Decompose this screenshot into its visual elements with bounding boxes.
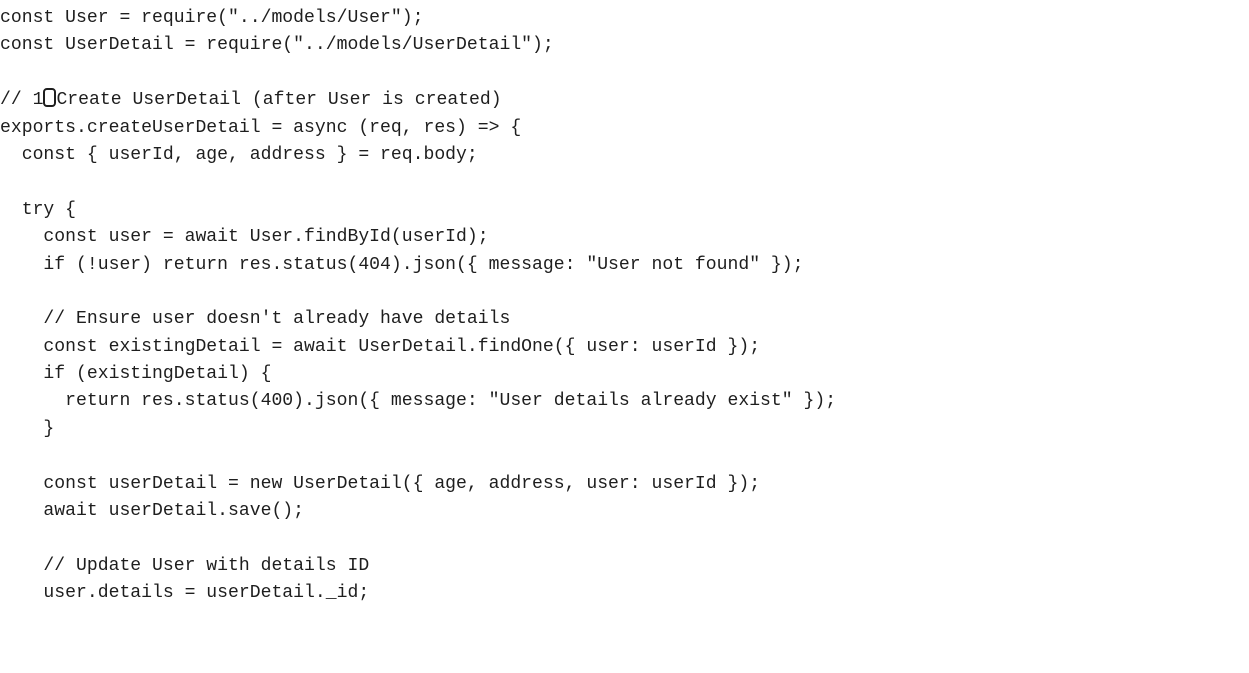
code-line-10: if (!user) return res.status(404).json({… — [0, 254, 804, 275]
code-line-21: // Update User with details ID — [0, 555, 370, 576]
missing-glyph-icon — [43, 88, 57, 108]
code-line-1: const User = require("../models/User"); — [0, 8, 424, 28]
code-line-2: const UserDetail = require("../models/Us… — [0, 35, 554, 56]
code-line-9: const user = await User.findById(userId)… — [0, 227, 489, 248]
code-line-13: const existingDetail = await UserDetail.… — [0, 336, 761, 357]
code-view: const User = require("../models/User"); … — [0, 0, 1249, 673]
code-line-14: if (existingDetail) { — [0, 364, 272, 385]
code-line-8: try { — [0, 199, 77, 220]
code-line-4-prefix: // 1 — [0, 90, 44, 111]
code-line-6: const { userId, age, address } = req.bod… — [0, 144, 478, 165]
code-line-5: exports.createUserDetail = async (req, r… — [0, 117, 522, 138]
code-line-12: // Ensure user doesn't already have deta… — [0, 309, 511, 330]
code-line-4-suffix: Create UserDetail (after User is created… — [56, 90, 502, 111]
code-line-19: await userDetail.save(); — [0, 501, 305, 522]
code-line-4: // 1 Create UserDetail (after User is cre… — [0, 87, 1249, 114]
code-line-16: } — [0, 418, 55, 439]
code-line-22: user.details = userDetail._id; — [0, 583, 370, 604]
code-line-18: const userDetail = new UserDetail({ age,… — [0, 473, 761, 494]
code-line-15: return res.status(400).json({ message: "… — [0, 391, 837, 412]
